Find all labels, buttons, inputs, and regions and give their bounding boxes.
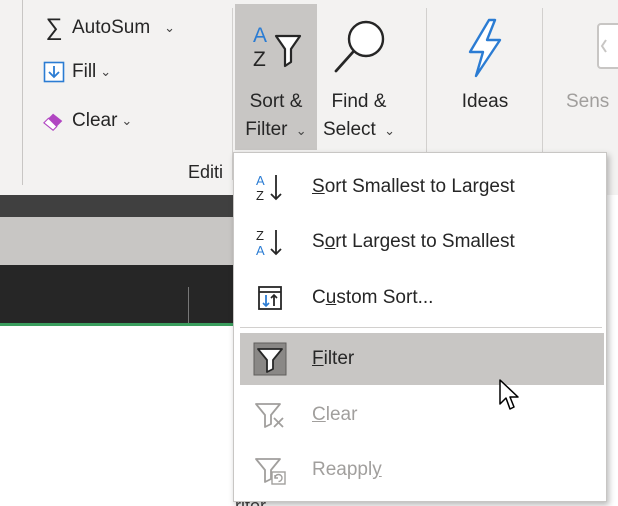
chevron-down-icon: ⌄ bbox=[121, 113, 133, 128]
magnifier-icon bbox=[329, 8, 389, 88]
svg-text:Z: Z bbox=[256, 228, 264, 243]
find-select-button[interactable]: Find & Select ⌄ bbox=[316, 8, 402, 145]
menu-item-reapply[interactable]: Reapply bbox=[240, 444, 604, 496]
eraser-icon bbox=[42, 109, 66, 133]
menu-item-clear-filter[interactable]: Clear bbox=[240, 389, 604, 441]
svg-text:A: A bbox=[256, 173, 265, 188]
svg-text:A: A bbox=[253, 24, 267, 47]
reapply-filter-icon bbox=[252, 452, 288, 488]
chevron-down-icon: ⌄ bbox=[384, 123, 395, 138]
menu-item-label: Sort Smallest to Largest bbox=[312, 176, 515, 197]
filter-icon bbox=[252, 341, 288, 377]
menu-item-label: Clear bbox=[312, 404, 358, 425]
menu-separator bbox=[240, 327, 602, 328]
svg-text:Z: Z bbox=[256, 188, 264, 203]
sort-filter-icon: A Z bbox=[246, 8, 306, 88]
ideas-label: Ideas bbox=[461, 91, 509, 112]
menu-item-sort-ascending[interactable]: A Z Sort Smallest to Largest bbox=[240, 161, 604, 213]
chevron-down-icon: ⌄ bbox=[100, 64, 112, 79]
find-select-label-line2: Select ⌄ bbox=[323, 119, 395, 140]
ideas-button[interactable]: Ideas bbox=[444, 8, 526, 116]
menu-item-label: Reapply bbox=[312, 459, 382, 480]
menu-item-label: Custom Sort... bbox=[312, 287, 434, 308]
find-select-label-line1: Find & bbox=[331, 91, 387, 112]
chevron-down-icon: ⌄ bbox=[295, 123, 307, 138]
menu-item-custom-sort[interactable]: Custom Sort... bbox=[240, 272, 604, 324]
chevron-down-icon: ⌄ bbox=[164, 20, 176, 35]
mouse-pointer-icon bbox=[498, 378, 520, 417]
sensitivity-button[interactable]: Sens bbox=[560, 8, 618, 116]
lightning-icon bbox=[463, 8, 507, 88]
autosum-button[interactable]: ∑ AutoSum ⌄ bbox=[42, 14, 175, 42]
clear-button[interactable]: Clear ⌄ bbox=[42, 107, 132, 135]
menu-item-label: Sort Largest to Smallest bbox=[312, 231, 515, 252]
column-header-strip bbox=[0, 217, 233, 265]
worksheet-grid[interactable] bbox=[0, 326, 233, 506]
custom-sort-icon bbox=[252, 280, 288, 316]
sort-filter-label-line2: Filter ⌄ bbox=[245, 119, 307, 140]
ribbon-group-divider bbox=[22, 0, 23, 185]
svg-text:A: A bbox=[256, 243, 265, 258]
fill-down-icon bbox=[42, 60, 66, 84]
header-row bbox=[0, 265, 233, 325]
sort-ascending-icon: A Z bbox=[252, 169, 288, 205]
autosum-label: AutoSum bbox=[72, 17, 151, 38]
clear-filter-icon bbox=[252, 397, 288, 433]
fill-button[interactable]: Fill ⌄ bbox=[42, 58, 111, 86]
sort-filter-label-line1: Sort & bbox=[249, 91, 303, 112]
fill-label: Fill bbox=[72, 61, 97, 82]
editing-group-label: Editi bbox=[188, 162, 224, 182]
menu-item-label: Filter bbox=[312, 348, 355, 369]
autosum-icon: ∑ bbox=[45, 14, 63, 41]
sort-descending-icon: Z A bbox=[252, 224, 288, 260]
svg-text:Z: Z bbox=[253, 48, 266, 71]
sensitivity-icon bbox=[560, 8, 618, 88]
clear-label: Clear bbox=[72, 110, 118, 131]
menu-item-sort-descending[interactable]: Z A Sort Largest to Smallest bbox=[240, 216, 604, 268]
formula-bar-area bbox=[0, 195, 233, 217]
sensitivity-label: Sens bbox=[566, 91, 610, 112]
column-divider bbox=[188, 287, 189, 325]
menu-item-filter[interactable]: Filter bbox=[240, 333, 604, 385]
sort-filter-button[interactable]: A Z Sort & Filter ⌄ bbox=[235, 8, 317, 145]
sort-filter-menu: A Z Sort Smallest to Largest Z A Sort La… bbox=[233, 152, 607, 502]
